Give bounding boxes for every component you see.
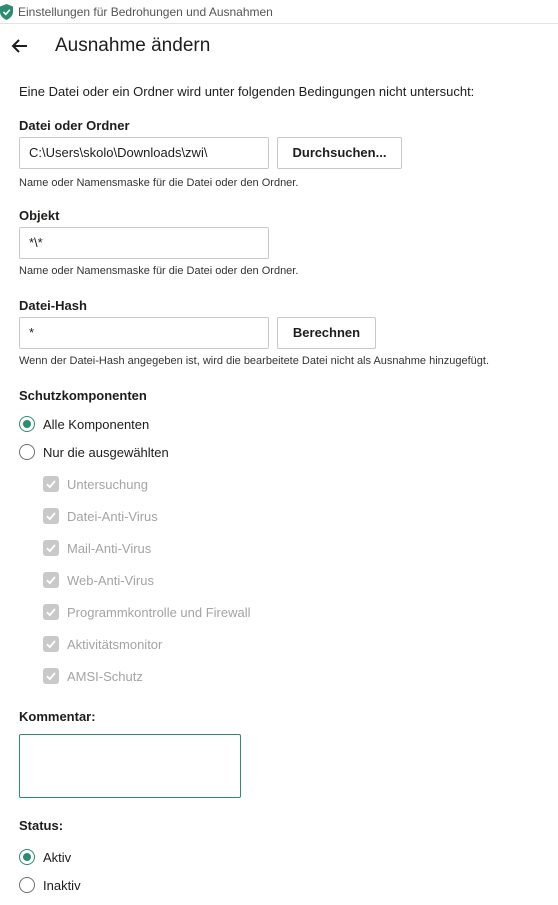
comment-label: Kommentar: — [19, 709, 96, 724]
component-checkbox-web-av[interactable]: Web-Anti-Virus — [43, 572, 154, 588]
checkmark-icon — [46, 480, 56, 489]
checkbox[interactable] — [43, 668, 59, 684]
checkmark-icon — [46, 608, 56, 617]
component-checkbox-scan[interactable]: Untersuchung — [43, 476, 148, 492]
object-input[interactable]: *\* — [19, 227, 269, 259]
radio-button-selected[interactable] — [19, 849, 35, 865]
checkmark-icon — [46, 640, 56, 649]
window-title: Einstellungen für Bedrohungen und Ausnah… — [18, 5, 273, 19]
comment-textarea[interactable] — [19, 734, 241, 798]
file-or-folder-hint: Name oder Namensmaske für die Datei oder… — [19, 177, 299, 189]
radio-label: Nur die ausgewählten — [43, 444, 169, 460]
checkbox-label: Mail-Anti-Virus — [67, 540, 152, 556]
checkmark-icon — [46, 544, 56, 553]
component-checkbox-amsi[interactable]: AMSI-Schutz — [43, 668, 143, 684]
radio-status-inactive[interactable]: Inaktiv — [19, 877, 81, 893]
object-hint: Name oder Namensmaske für die Datei oder… — [19, 265, 299, 277]
object-label: Objekt — [19, 208, 60, 223]
intro-text: Eine Datei oder ein Ordner wird unter fo… — [19, 84, 475, 99]
component-checkbox-app-control-firewall[interactable]: Programmkontrolle und Firewall — [43, 604, 251, 620]
arrow-left-icon[interactable] — [10, 36, 30, 56]
checkmark-icon — [46, 576, 56, 585]
browse-button[interactable]: Durchsuchen... — [277, 137, 402, 169]
checkbox[interactable] — [43, 540, 59, 556]
radio-label: Aktiv — [43, 849, 72, 865]
radio-all-components[interactable]: Alle Komponenten — [19, 416, 149, 432]
checkbox[interactable] — [43, 508, 59, 524]
checkbox-label: Datei-Anti-Virus — [67, 508, 158, 524]
page-title: Ausnahme ändern — [55, 35, 211, 56]
shield-check-icon — [0, 4, 13, 20]
checkbox-label: Untersuchung — [67, 476, 148, 492]
file-hash-input[interactable]: * — [19, 317, 269, 349]
checkbox-label: AMSI-Schutz — [67, 668, 143, 684]
file-or-folder-input[interactable]: C:\Users\skolo\Downloads\zwi\ — [19, 137, 269, 169]
compute-button[interactable]: Berechnen — [277, 317, 376, 349]
window-titlebar: Einstellungen für Bedrohungen und Ausnah… — [0, 0, 558, 24]
radio-selected-only[interactable]: Nur die ausgewählten — [19, 444, 169, 460]
file-hash-hint: Wenn der Datei-Hash angegeben ist, wird … — [19, 355, 490, 367]
radio-label: Alle Komponenten — [43, 416, 150, 432]
radio-button-selected[interactable] — [19, 416, 35, 432]
file-hash-label: Datei-Hash — [19, 298, 87, 313]
radio-button[interactable] — [19, 877, 35, 893]
radio-status-active[interactable]: Aktiv — [19, 849, 71, 865]
checkbox[interactable] — [43, 636, 59, 652]
file-or-folder-label: Datei oder Ordner — [19, 118, 130, 133]
checkbox[interactable] — [43, 604, 59, 620]
status-label: Status: — [19, 818, 64, 833]
component-checkbox-mail-av[interactable]: Mail-Anti-Virus — [43, 540, 151, 556]
component-checkbox-activity-monitor[interactable]: Aktivitätsmonitor — [43, 636, 162, 652]
checkbox-label: Aktivitätsmonitor — [67, 636, 163, 652]
radio-label: Inaktiv — [43, 877, 81, 893]
checkbox-label: Web-Anti-Virus — [67, 572, 154, 588]
checkmark-icon — [46, 672, 56, 681]
checkbox[interactable] — [43, 476, 59, 492]
component-checkbox-file-av[interactable]: Datei-Anti-Virus — [43, 508, 158, 524]
checkbox[interactable] — [43, 572, 59, 588]
checkbox-label: Programmkontrolle und Firewall — [67, 604, 251, 620]
checkmark-icon — [46, 512, 56, 521]
protection-label: Schutzkomponenten — [19, 388, 147, 403]
radio-button[interactable] — [19, 444, 35, 460]
